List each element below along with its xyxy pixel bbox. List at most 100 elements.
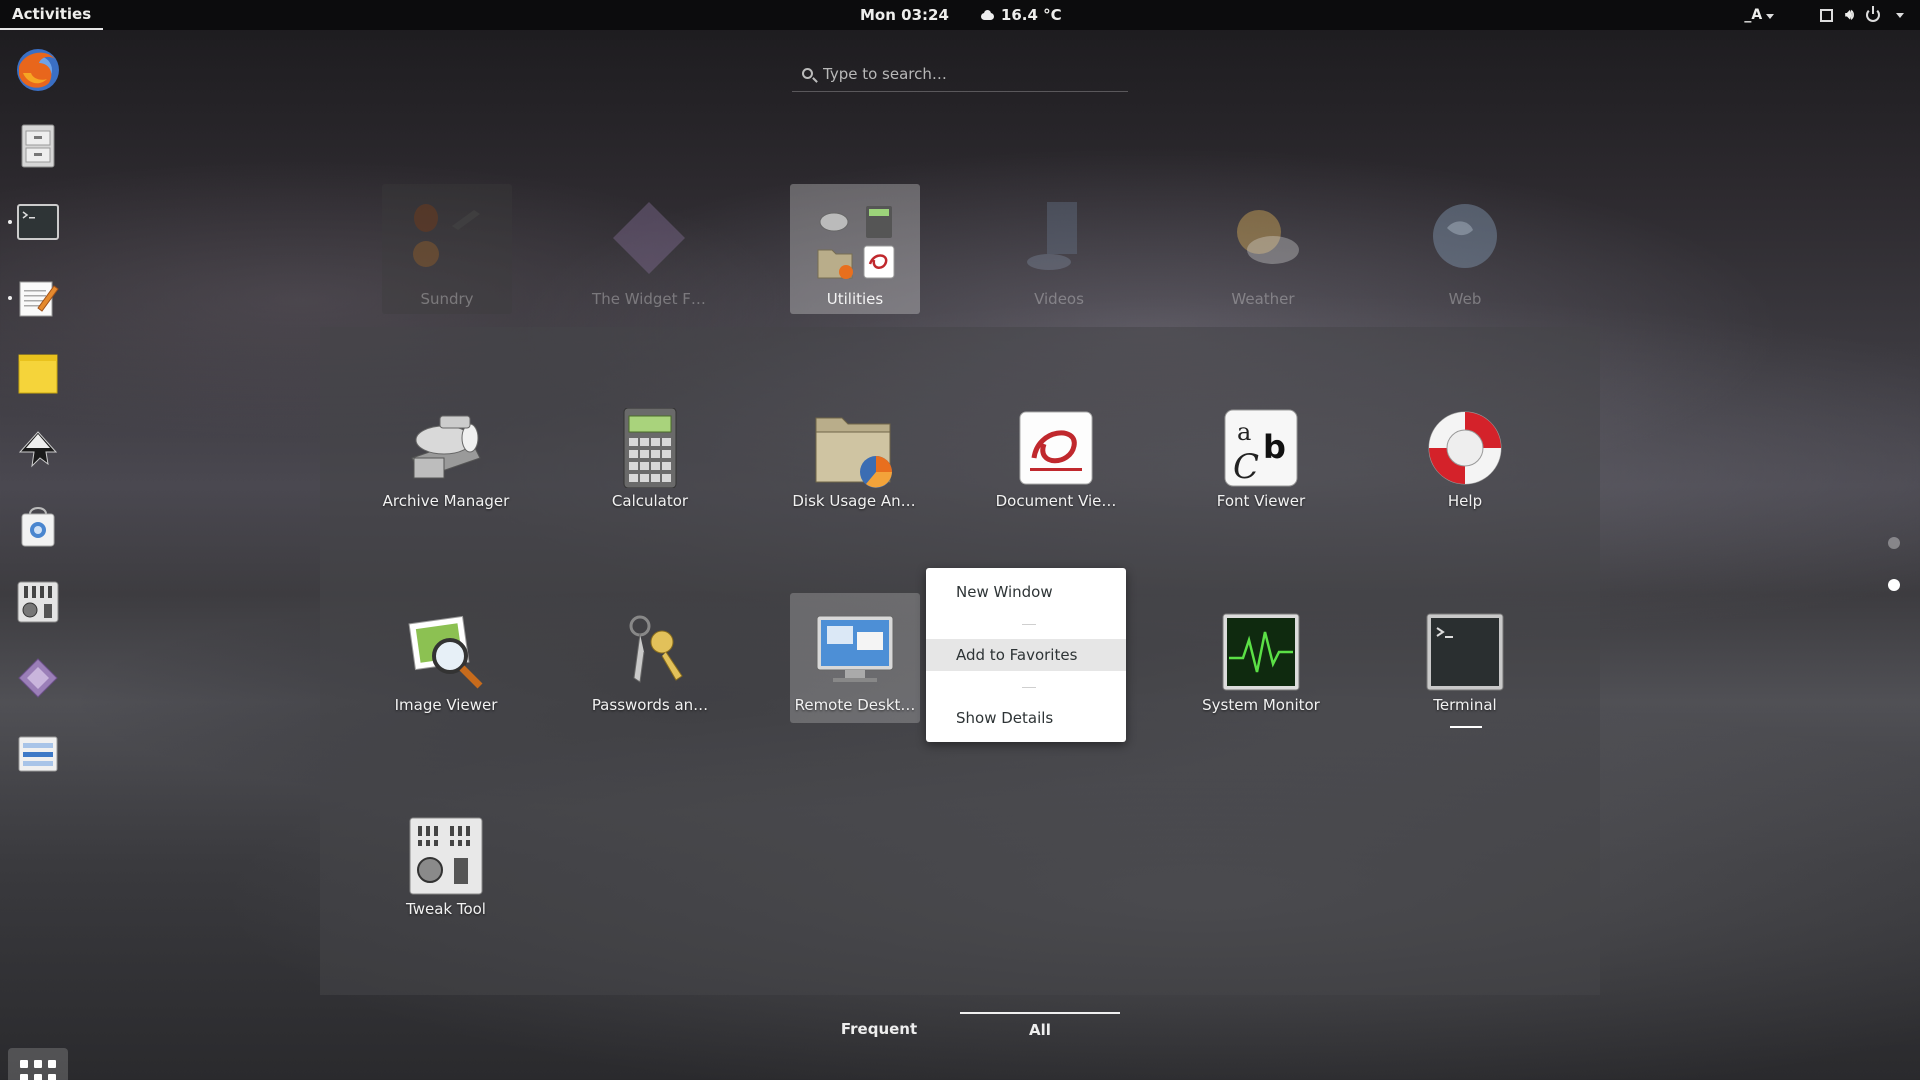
terminal-launcher[interactable] xyxy=(8,196,64,248)
settings-panel-launcher[interactable] xyxy=(12,728,64,780)
image-viewer-icon xyxy=(408,615,483,689)
app-label: Passwords an… xyxy=(591,696,709,714)
cloud-icon xyxy=(979,10,995,20)
tab-label: All xyxy=(1029,1021,1051,1039)
system-tray: _A 🔊︎ xyxy=(1744,0,1904,30)
clock: Mon 03:24 xyxy=(860,6,949,24)
text-editor-launcher[interactable] xyxy=(8,272,64,324)
calculator-icon xyxy=(623,408,677,488)
tweak-tool-icon xyxy=(17,581,59,623)
settings-panel-icon xyxy=(18,736,58,772)
app-font-viewer[interactable]: a b C Font Viewer xyxy=(1196,396,1326,526)
folder-sundry[interactable]: Sundry xyxy=(382,184,512,314)
input-source-label: _A xyxy=(1744,7,1763,23)
app-image-viewer[interactable]: Image Viewer xyxy=(381,600,511,730)
system-monitor-icon xyxy=(1222,613,1300,691)
weather-indicator: 16.4 °C xyxy=(979,6,1062,24)
app-label: Help xyxy=(1447,492,1483,510)
tweak-tool-icon xyxy=(409,817,483,895)
menu-item-label: New Window xyxy=(956,583,1053,601)
search-input[interactable] xyxy=(823,64,1103,83)
running-indicator xyxy=(8,296,12,300)
system-menu[interactable]: 🔊︎ xyxy=(1820,6,1904,23)
search-icon xyxy=(802,68,813,79)
app-tweak-tool[interactable]: Tweak Tool xyxy=(381,804,511,934)
app-label: Disk Usage An… xyxy=(792,492,916,510)
page-indicator-2[interactable] xyxy=(1888,579,1900,591)
firefox-launcher[interactable] xyxy=(12,44,64,96)
app-terminal[interactable]: Terminal xyxy=(1400,600,1530,730)
activities-label: Activities xyxy=(12,5,92,23)
volume-icon: 🔊︎ xyxy=(1845,7,1854,23)
clock-area[interactable]: Mon 03:24 16.4 °C xyxy=(860,0,1062,30)
running-indicator xyxy=(8,220,12,224)
folder-label: Web xyxy=(1448,290,1482,308)
menu-item-label: Show Details xyxy=(956,709,1054,727)
show-applications-button[interactable] xyxy=(8,1048,68,1080)
weather-icon xyxy=(1237,210,1299,264)
widget-factory-icon xyxy=(18,658,58,698)
inkscape-icon xyxy=(18,431,58,468)
top-bar: Activities Mon 03:24 16.4 °C _A 🔊︎ xyxy=(0,0,1920,30)
terminal-icon xyxy=(17,204,59,240)
folder-utilities[interactable]: Utilities xyxy=(790,184,920,314)
folder-label: Videos xyxy=(1034,290,1084,308)
svg-text:b: b xyxy=(1263,428,1286,466)
font-viewer-icon: a b C xyxy=(1224,409,1298,487)
app-label: Image Viewer xyxy=(394,696,498,714)
tab-all[interactable]: All xyxy=(960,1012,1120,1046)
utilities-folder-icons xyxy=(817,206,895,279)
app-passwords[interactable]: Passwords an… xyxy=(585,600,715,730)
app-label: Font Viewer xyxy=(1216,492,1306,510)
app-remote-desktop[interactable]: Remote Deskt… xyxy=(790,593,920,723)
power-icon xyxy=(1866,6,1880,22)
app-label: Terminal xyxy=(1433,696,1497,714)
passwords-keys-icon xyxy=(629,615,683,683)
file-cabinet-launcher[interactable] xyxy=(12,120,64,172)
inkscape-launcher[interactable] xyxy=(12,424,64,476)
app-document-viewer[interactable]: Document Vie… xyxy=(991,396,1121,526)
document-viewer-icon xyxy=(1019,411,1093,485)
app-calculator[interactable]: Calculator xyxy=(585,396,715,526)
page-indicator-1[interactable] xyxy=(1888,537,1900,549)
menu-separator xyxy=(1022,687,1036,688)
menu-item-new-window[interactable]: New Window xyxy=(926,576,1126,608)
file-cabinet-icon xyxy=(21,124,55,168)
tweak-tool-launcher[interactable] xyxy=(12,576,64,628)
app-help[interactable]: Help xyxy=(1400,396,1530,526)
app-system-monitor[interactable]: System Monitor xyxy=(1196,600,1326,730)
folder-weather[interactable]: Weather xyxy=(1198,184,1328,314)
sticky-notes-launcher[interactable] xyxy=(12,348,64,400)
text-editor-icon xyxy=(19,281,59,317)
archive-manager-icon xyxy=(411,415,481,479)
widget-factory-icon xyxy=(613,202,685,274)
weather-temp: 16.4 °C xyxy=(1000,6,1062,24)
remote-desktop-icon xyxy=(816,615,894,682)
folder-widget-factory[interactable]: The Widget F… xyxy=(584,184,714,314)
app-archive-manager[interactable]: Archive Manager xyxy=(381,396,511,526)
window-icon xyxy=(1820,8,1834,22)
app-label: System Monitor xyxy=(1202,696,1320,714)
menu-item-show-details[interactable]: Show Details xyxy=(926,702,1126,734)
menu-item-add-to-favorites[interactable]: Add to Favorites xyxy=(926,639,1126,671)
app-label: Tweak Tool xyxy=(406,900,486,918)
widget-factory-launcher[interactable] xyxy=(12,652,64,704)
app-label: Calculator xyxy=(611,492,689,510)
running-indicator xyxy=(1450,726,1482,728)
app-disk-usage[interactable]: Disk Usage An… xyxy=(789,396,919,526)
folder-videos[interactable]: Videos xyxy=(994,184,1124,314)
help-lifebuoy-icon xyxy=(1428,411,1502,485)
videos-icon xyxy=(1027,202,1077,270)
menu-separator xyxy=(1022,624,1036,625)
app-label: Document Vie… xyxy=(995,492,1117,510)
tab-frequent[interactable]: Frequent xyxy=(799,1012,959,1046)
software-store-launcher[interactable] xyxy=(12,500,64,552)
software-store-icon xyxy=(21,507,55,547)
sticky-notes-icon xyxy=(18,354,58,394)
folder-label: Sundry xyxy=(420,290,474,308)
search-bar[interactable] xyxy=(792,56,1128,92)
input-source-menu[interactable]: _A xyxy=(1744,7,1775,23)
web-globe-icon xyxy=(1433,204,1497,268)
activities-button[interactable]: Activities xyxy=(0,0,104,30)
folder-web[interactable]: Web xyxy=(1400,184,1530,314)
